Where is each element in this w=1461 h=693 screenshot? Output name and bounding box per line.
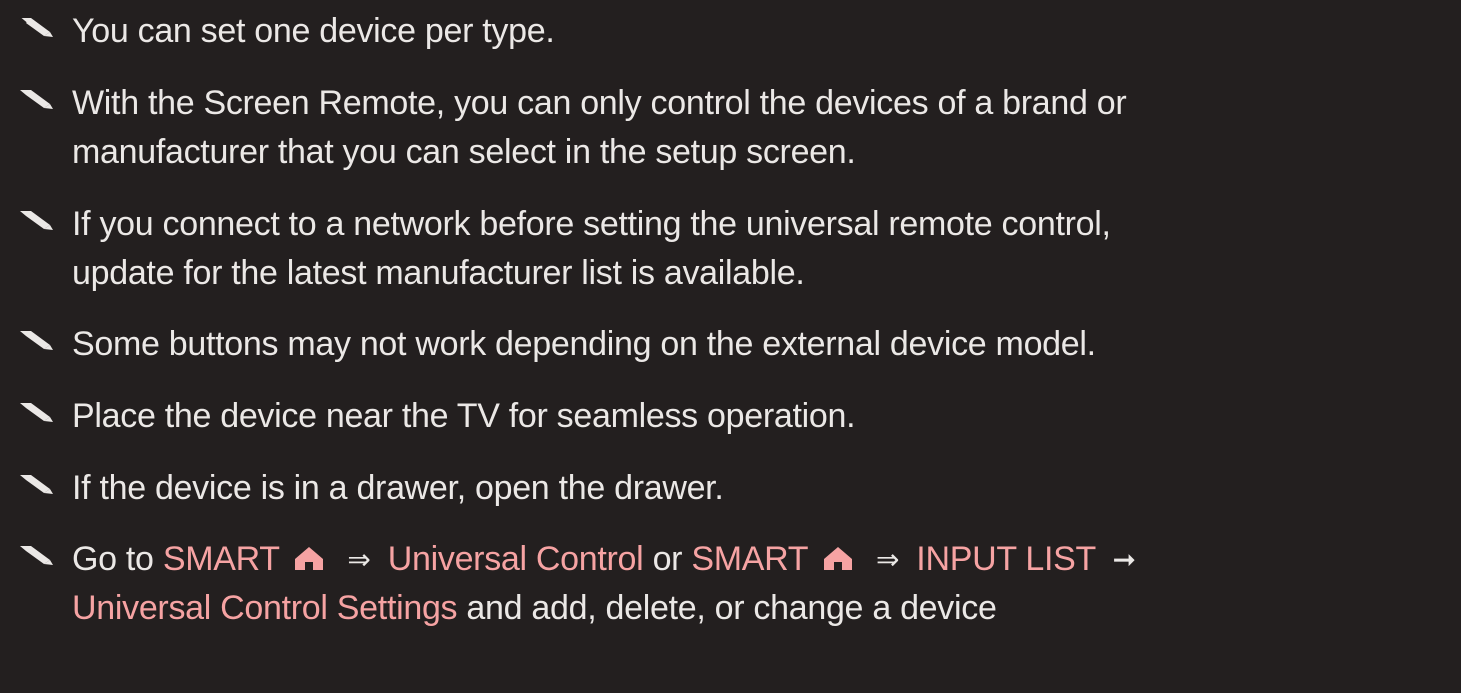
universal-control-settings-label: Universal Control Settings bbox=[72, 589, 458, 627]
input-list-label: INPUT LIST bbox=[916, 540, 1096, 578]
pencil-icon bbox=[0, 535, 72, 575]
go-to-text: Go to bbox=[72, 540, 154, 578]
universal-control-label: Universal Control bbox=[387, 540, 644, 578]
pencil-icon bbox=[0, 392, 72, 432]
note-text: Place the device near the TV for seamles… bbox=[72, 397, 856, 435]
note-item-navigation: Go to SMART ⇒ Universal Control or SMART… bbox=[0, 535, 1461, 633]
note-text: You can set one device per type. bbox=[72, 12, 555, 50]
note-item: With the Screen Remote, you can only con… bbox=[0, 79, 1461, 177]
note-text-line: update for the latest manufacturer list … bbox=[72, 254, 805, 292]
instruction-tail-text: and add, delete, or change a device bbox=[466, 589, 997, 627]
note-item: You can set one device per type. bbox=[0, 7, 1461, 56]
note-text-line: manufacturer that you can select in the … bbox=[72, 133, 856, 171]
note-item: Some buttons may not work depending on t… bbox=[0, 320, 1461, 369]
home-icon bbox=[823, 547, 852, 570]
note-item: If you connect to a network before setti… bbox=[0, 200, 1461, 298]
smart-label: SMART bbox=[162, 540, 280, 578]
note-item: If the device is in a drawer, open the d… bbox=[0, 464, 1461, 513]
pencil-icon bbox=[0, 464, 72, 504]
navigation-line-1: Go to SMART ⇒ Universal Control or SMART… bbox=[72, 535, 1144, 584]
pencil-icon bbox=[0, 200, 72, 240]
pencil-icon bbox=[0, 7, 72, 47]
pencil-icon bbox=[0, 79, 72, 119]
note-item: Place the device near the TV for seamles… bbox=[0, 392, 1461, 441]
note-text-line: With the Screen Remote, you can only con… bbox=[72, 84, 1127, 122]
right-arrow-icon: ➞ bbox=[1112, 544, 1136, 575]
note-text: If the device is in a drawer, open the d… bbox=[72, 469, 724, 507]
notes-list: You can set one device per type. With th… bbox=[0, 0, 1461, 693]
or-text: or bbox=[652, 540, 683, 578]
double-arrow-icon: ⇒ bbox=[347, 544, 371, 575]
note-text-line: If you connect to a network before setti… bbox=[72, 205, 1111, 243]
double-arrow-icon: ⇒ bbox=[875, 544, 900, 575]
navigation-line-2: Universal Control Settings and add, dele… bbox=[72, 584, 1144, 633]
smart-label: SMART bbox=[691, 540, 808, 578]
pencil-icon bbox=[0, 320, 72, 360]
home-icon bbox=[295, 547, 324, 570]
note-text: Some buttons may not work depending on t… bbox=[72, 325, 1096, 363]
